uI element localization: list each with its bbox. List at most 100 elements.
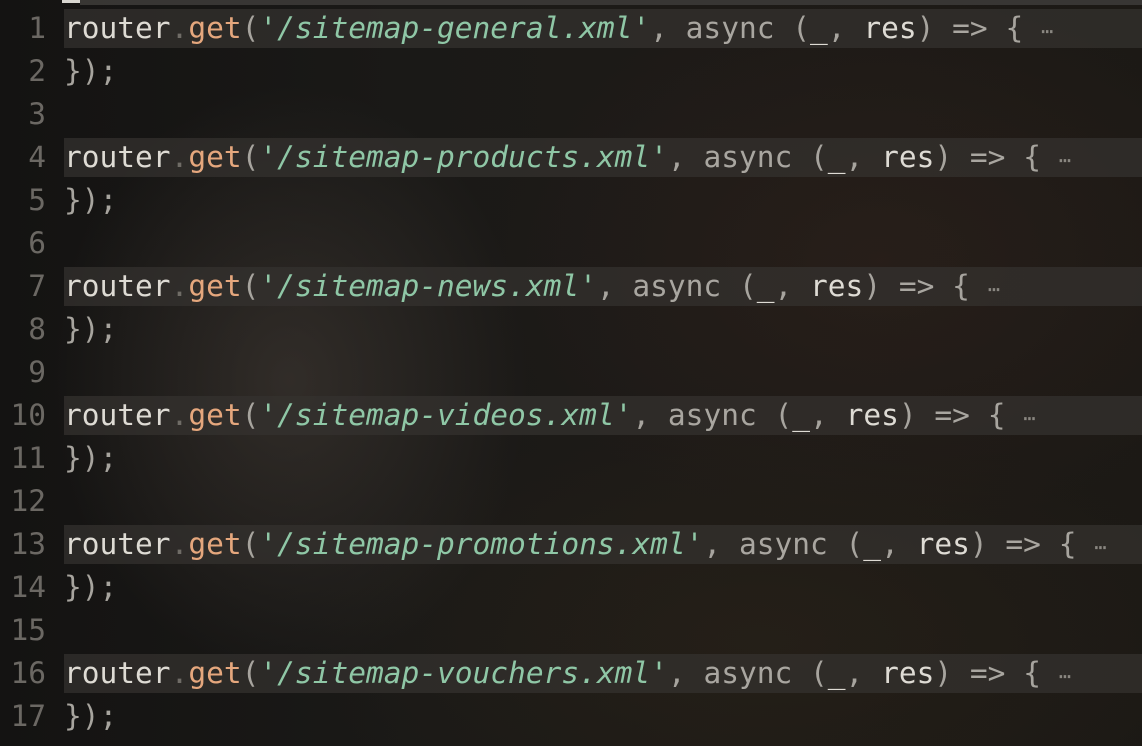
- param-res: res: [845, 398, 899, 432]
- closing-brace-line[interactable]: });: [64, 568, 1142, 607]
- get-method-name: get: [188, 140, 242, 174]
- open-brace: {: [987, 398, 1006, 432]
- line-number: 6: [28, 226, 46, 260]
- code-line[interactable]: 2});: [0, 50, 1142, 93]
- fold-ellipsis-icon[interactable]: ⋯: [988, 277, 1000, 301]
- member-access-dot: .: [170, 527, 189, 561]
- param-comma: ,: [810, 398, 828, 432]
- argument-comma: ,: [596, 269, 615, 303]
- arrow-operator: =>: [1005, 527, 1041, 561]
- open-paren: (: [241, 11, 260, 45]
- blank-line[interactable]: [64, 224, 1142, 263]
- code-line[interactable]: 12: [0, 480, 1142, 523]
- open-brace: {: [1005, 11, 1024, 45]
- async-keyword: async: [632, 269, 722, 303]
- arrow-operator: =>: [934, 398, 970, 432]
- get-method-name: get: [188, 269, 242, 303]
- async-keyword: async: [703, 656, 793, 690]
- closing-brace-line[interactable]: });: [64, 697, 1142, 736]
- router-identifier: router: [64, 269, 171, 303]
- code-line[interactable]: 8});: [0, 308, 1142, 351]
- open-brace: {: [952, 269, 970, 303]
- fold-ellipsis-icon[interactable]: ⋯: [1041, 19, 1053, 43]
- code-line[interactable]: 15: [0, 609, 1142, 652]
- line-number: 10: [10, 398, 46, 432]
- code-line[interactable]: 9: [0, 351, 1142, 394]
- code-line[interactable]: 17});: [0, 695, 1142, 738]
- route-path-string: '/sitemap-products.xml': [259, 140, 668, 174]
- code-line[interactable]: 10 router.get('/sitemap-videos.xml', asyn…: [0, 394, 1142, 437]
- params-close-paren: ): [916, 11, 935, 45]
- route-path-string: '/sitemap-videos.xml': [259, 398, 633, 432]
- code-line[interactable]: 1 router.get('/sitemap-general.xml', asyn…: [0, 7, 1142, 50]
- params-open-paren: (: [810, 140, 828, 174]
- param-res: res: [863, 11, 917, 45]
- closing-brace-line[interactable]: });: [64, 310, 1142, 349]
- folded-route-handler[interactable]: router.get('/sitemap-general.xml', async…: [64, 9, 1142, 48]
- fold-ellipsis-icon[interactable]: ⋯: [1059, 664, 1071, 688]
- argument-comma: ,: [650, 11, 668, 45]
- code-line[interactable]: 7 router.get('/sitemap-news.xml', async (…: [0, 265, 1142, 308]
- editor-top-border: [80, 0, 1142, 5]
- open-paren: (: [241, 269, 260, 303]
- code-line[interactable]: 14});: [0, 566, 1142, 609]
- code-line[interactable]: 3: [0, 93, 1142, 136]
- async-keyword: async: [738, 527, 828, 561]
- async-keyword: async: [703, 140, 793, 174]
- get-method-name: get: [188, 656, 242, 690]
- get-method-name: get: [188, 527, 242, 561]
- fold-ellipsis-icon[interactable]: ⋯: [1023, 406, 1035, 430]
- router-identifier: router: [64, 140, 171, 174]
- folded-route-handler[interactable]: router.get('/sitemap-vouchers.xml', asyn…: [64, 654, 1142, 693]
- blank-line[interactable]: [64, 611, 1142, 650]
- text-cursor-marker: [62, 0, 80, 3]
- line-number: 16: [10, 656, 46, 690]
- line-number: 13: [10, 527, 46, 561]
- code-line[interactable]: 4 router.get('/sitemap-products.xml', asy…: [0, 136, 1142, 179]
- line-number: 2: [28, 54, 46, 88]
- route-path-string: '/sitemap-general.xml': [259, 11, 651, 45]
- code-editor[interactable]: 1 router.get('/sitemap-general.xml', asyn…: [0, 7, 1142, 738]
- code-line[interactable]: 13 router.get('/sitemap-promotions.xml', …: [0, 523, 1142, 566]
- params-open-paren: (: [792, 11, 811, 45]
- open-paren: (: [241, 527, 260, 561]
- folded-route-handler[interactable]: router.get('/sitemap-news.xml', async (_…: [64, 267, 1142, 306]
- closing-brace-line[interactable]: });: [64, 52, 1142, 91]
- folded-route-handler[interactable]: router.get('/sitemap-promotions.xml', as…: [64, 525, 1142, 564]
- line-number: 17: [10, 699, 46, 733]
- param-underscore: _: [810, 11, 828, 45]
- params-open-paren: (: [845, 527, 864, 561]
- open-brace: {: [1023, 140, 1041, 174]
- line-number: 12: [10, 484, 46, 518]
- code-line[interactable]: 5});: [0, 179, 1142, 222]
- open-brace: {: [1058, 527, 1077, 561]
- closing-brace-line[interactable]: });: [64, 439, 1142, 478]
- line-number: 3: [28, 97, 46, 131]
- folded-route-handler[interactable]: router.get('/sitemap-products.xml', asyn…: [64, 138, 1142, 177]
- argument-comma: ,: [632, 398, 651, 432]
- line-number: 5: [28, 183, 46, 217]
- code-line[interactable]: 11});: [0, 437, 1142, 480]
- argument-comma: ,: [667, 656, 686, 690]
- code-line[interactable]: 6: [0, 222, 1142, 265]
- argument-comma: ,: [703, 527, 722, 561]
- blank-line[interactable]: [64, 353, 1142, 392]
- fold-ellipsis-icon[interactable]: ⋯: [1094, 535, 1106, 559]
- code-line[interactable]: 16 router.get('/sitemap-vouchers.xml', as…: [0, 652, 1142, 695]
- folded-route-handler[interactable]: router.get('/sitemap-videos.xml', async …: [64, 396, 1142, 435]
- param-comma: ,: [774, 269, 793, 303]
- params-close-paren: ): [863, 269, 882, 303]
- param-res: res: [810, 269, 864, 303]
- params-close-paren: ): [934, 656, 953, 690]
- closing-brace-text: });: [64, 570, 118, 604]
- arrow-operator: =>: [969, 656, 1006, 690]
- route-path-string: '/sitemap-news.xml': [259, 269, 597, 303]
- line-number: 11: [10, 441, 46, 475]
- async-keyword: async: [685, 11, 775, 45]
- blank-line[interactable]: [64, 482, 1142, 521]
- params-close-paren: ): [934, 140, 953, 174]
- fold-ellipsis-icon[interactable]: ⋯: [1059, 148, 1071, 172]
- closing-brace-line[interactable]: });: [64, 181, 1142, 220]
- blank-line[interactable]: [64, 95, 1142, 134]
- router-identifier: router: [64, 656, 171, 690]
